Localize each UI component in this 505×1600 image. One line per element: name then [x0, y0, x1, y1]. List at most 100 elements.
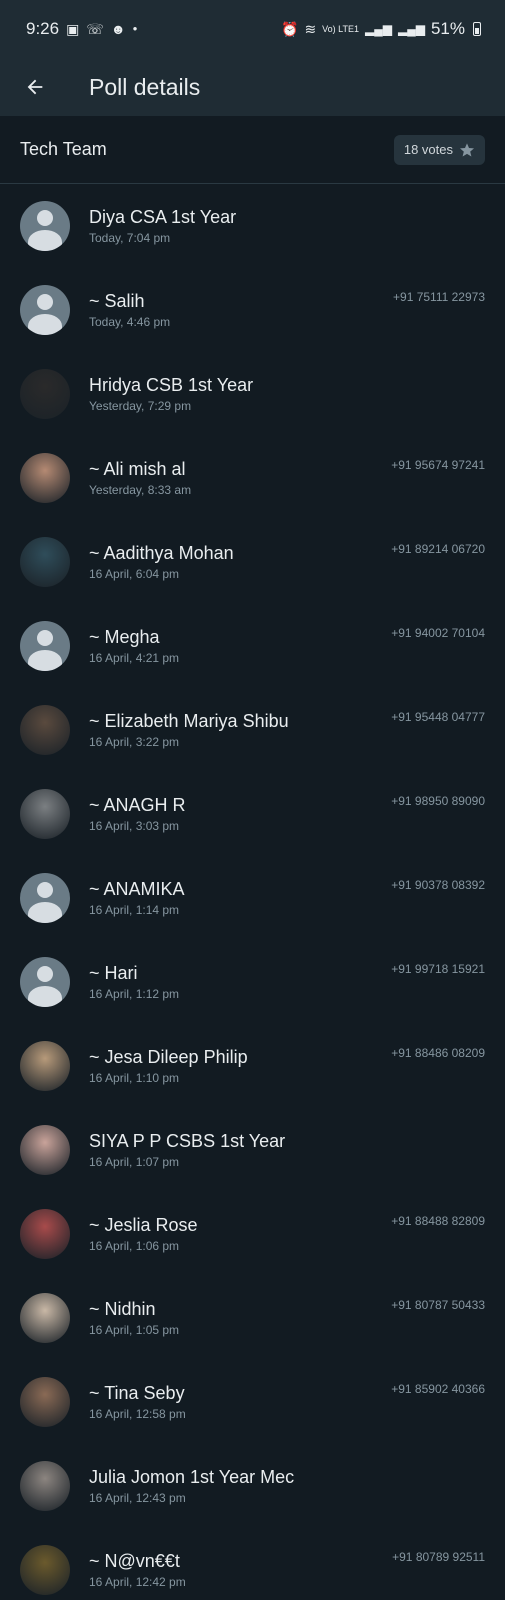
vote-time: 16 April, 3:03 pm: [89, 819, 180, 833]
signal-icon: ▂▄▆: [365, 22, 392, 36]
voter-text: ~ Ali mish al Yesterday, 8:33 am: [89, 459, 191, 497]
app-bar: Poll details: [0, 58, 505, 116]
vote-time: 16 April, 1:10 pm: [89, 1071, 180, 1085]
avatar[interactable]: [20, 1377, 70, 1427]
voter-text: ~ N@vn€€t 16 April, 12:42 pm: [89, 1551, 186, 1589]
vote-time: 16 April, 4:21 pm: [89, 651, 180, 665]
voter-text: ~ Salih Today, 4:46 pm: [89, 291, 170, 329]
vote-time: 16 April, 12:58 pm: [89, 1407, 186, 1421]
voter-name: Julia Jomon 1st Year Mec: [89, 1467, 295, 1487]
avatar[interactable]: [20, 1209, 70, 1259]
status-time: 9:26: [26, 19, 60, 38]
avatar[interactable]: [20, 285, 70, 335]
vote-time: 16 April, 1:06 pm: [89, 1239, 180, 1253]
vote-time: Today, 4:46 pm: [89, 315, 171, 329]
whatsapp-icon: ☏: [86, 21, 104, 37]
voter-row[interactable]: ~ Aadithya Mohan 16 April, 6:04 pm +91 892…: [0, 520, 505, 604]
avatar[interactable]: [20, 369, 70, 419]
voter-text: Hridya CSB 1st Year Yesterday, 7:29 pm: [89, 375, 253, 413]
star-icon: [460, 142, 474, 157]
voter-phone: +91 80787 50433: [391, 1298, 485, 1312]
vote-time: 16 April, 1:12 pm: [89, 987, 180, 1001]
vote-time: 16 April, 3:22 pm: [89, 735, 180, 749]
voter-phone: +91 88486 08209: [391, 1046, 485, 1060]
voter-phone: +91 75111 22973: [393, 290, 485, 304]
wifi-icon: ≋: [304, 21, 317, 37]
voter-text: ~ Hari 16 April, 1:12 pm: [89, 963, 179, 1001]
avatar[interactable]: [20, 1125, 70, 1175]
vote-time: 16 April, 1:14 pm: [89, 903, 180, 917]
voter-name: ~ N@vn€€t: [89, 1551, 180, 1571]
battery-icon: [473, 22, 481, 36]
voter-name: ~ Megha: [89, 627, 160, 647]
voter-name: ~ Hari: [89, 963, 138, 983]
avatar[interactable]: [20, 537, 70, 587]
vote-time: Today, 7:04 pm: [89, 231, 171, 245]
voter-text: ~ Tina Seby 16 April, 12:58 pm: [89, 1383, 186, 1421]
battery-percent: 51%: [430, 19, 465, 38]
avatar[interactable]: [20, 705, 70, 755]
voter-text: ~ ANAMIKA 16 April, 1:14 pm: [89, 879, 185, 917]
voter-phone: +91 99718 15921: [391, 962, 485, 976]
voter-text: Julia Jomon 1st Year Mec 16 April, 12:43 …: [89, 1467, 294, 1505]
avatar[interactable]: [20, 1545, 70, 1595]
voter-phone: +91 85902 40366: [391, 1382, 485, 1396]
voter-list: Diya CSA 1st Year Today, 7:04 pm ~ Salih To…: [0, 184, 505, 1600]
voter-row[interactable]: ~ ANAGH R 16 April, 3:03 pm +91 98950 8909…: [0, 772, 505, 856]
voter-row[interactable]: ~ Jeslia Rose 16 April, 1:06 pm +91 88488 …: [0, 1192, 505, 1276]
voter-phone: +91 94002 70104: [391, 626, 485, 640]
voter-name: ~ Tina Seby: [89, 1383, 185, 1403]
voter-row[interactable]: ~ Tina Seby 16 April, 12:58 pm +91 85902 4…: [0, 1360, 505, 1444]
voter-text: ~ Nidhin 16 April, 1:05 pm: [89, 1299, 179, 1337]
gallery-icon: ▣: [66, 21, 80, 37]
voter-row[interactable]: ~ Jesa Dileep Philip 16 April, 1:10 pm +91…: [0, 1024, 505, 1108]
page-title: Poll details: [89, 73, 201, 100]
vote-time: 16 April, 1:05 pm: [89, 1323, 180, 1337]
voter-phone: +91 95448 04777: [391, 710, 485, 724]
voter-row[interactable]: ~ Nidhin 16 April, 1:05 pm +91 80787 50433: [0, 1276, 505, 1360]
voter-phone: +91 89214 06720: [391, 542, 485, 556]
back-button[interactable]: [20, 72, 50, 102]
voter-row[interactable]: Diya CSA 1st Year Today, 7:04 pm: [0, 184, 505, 268]
voter-name: ~ Elizabeth Mariya Shibu: [89, 711, 289, 731]
voter-name: ~ Aadithya Mohan: [89, 543, 234, 563]
voter-row[interactable]: Julia Jomon 1st Year Mec 16 April, 12:43 …: [0, 1444, 505, 1528]
voter-text: Diya CSA 1st Year Today, 7:04 pm: [89, 207, 236, 245]
avatar[interactable]: [20, 1041, 70, 1091]
voter-row[interactable]: ~ N@vn€€t 16 April, 12:42 pm +91 80789 925…: [0, 1528, 505, 1600]
voter-row[interactable]: ~ Hari 16 April, 1:12 pm +91 99718 15921: [0, 940, 505, 1024]
volte-label: Vo) LTE1: [322, 23, 360, 34]
voter-text: SIYA P P CSBS 1st Year 16 April, 1:07 pm: [89, 1131, 285, 1169]
voter-row[interactable]: SIYA P P CSBS 1st Year 16 April, 1:07 pm: [0, 1108, 505, 1192]
avatar[interactable]: [20, 453, 70, 503]
vote-time: 16 April, 12:42 pm: [89, 1575, 186, 1589]
avatar[interactable]: [20, 1461, 70, 1511]
avatar[interactable]: [20, 873, 70, 923]
voter-name: ~ Jesa Dileep Philip: [89, 1047, 248, 1067]
voter-text: ~ Jeslia Rose 16 April, 1:06 pm: [89, 1215, 198, 1253]
voter-text: ~ Jesa Dileep Philip 16 April, 1:10 pm: [89, 1047, 248, 1085]
poll-option-name: Tech Team: [20, 139, 107, 159]
status-bar: 9:26 ▣ ☏ ☻ ● ⏰ ≋ Vo) LTE1 ▂▄▆ ▂▄▆ 51%: [0, 0, 505, 58]
voter-name: ~ Ali mish al: [89, 459, 186, 479]
voter-row[interactable]: ~ ANAMIKA 16 April, 1:14 pm +91 90378 0839…: [0, 856, 505, 940]
voter-row[interactable]: ~ Salih Today, 4:46 pm +91 75111 22973: [0, 268, 505, 352]
voter-row[interactable]: Hridya CSB 1st Year Yesterday, 7:29 pm: [0, 352, 505, 436]
snapchat-icon: ☻: [110, 21, 126, 37]
avatar[interactable]: [20, 957, 70, 1007]
voter-name: ~ Salih: [89, 291, 145, 311]
voter-name: SIYA P P CSBS 1st Year: [89, 1131, 286, 1151]
vote-time: 16 April, 12:43 pm: [89, 1491, 186, 1505]
avatar[interactable]: [20, 789, 70, 839]
vote-time: Yesterday, 8:33 am: [89, 483, 192, 497]
voter-name: ~ ANAGH R: [89, 795, 186, 815]
voter-row[interactable]: ~ Ali mish al Yesterday, 8:33 am +91 95674…: [0, 436, 505, 520]
voter-phone: +91 90378 08392: [391, 878, 485, 892]
voter-name: Diya CSA 1st Year: [89, 207, 237, 227]
voter-row[interactable]: ~ Elizabeth Mariya Shibu 16 April, 3:22 p…: [0, 688, 505, 772]
avatar[interactable]: [20, 1293, 70, 1343]
avatar[interactable]: [20, 201, 70, 251]
avatar[interactable]: [20, 621, 70, 671]
voter-text: ~ Elizabeth Mariya Shibu 16 April, 3:22 p…: [89, 711, 289, 749]
voter-row[interactable]: ~ Megha 16 April, 4:21 pm +91 94002 70104: [0, 604, 505, 688]
